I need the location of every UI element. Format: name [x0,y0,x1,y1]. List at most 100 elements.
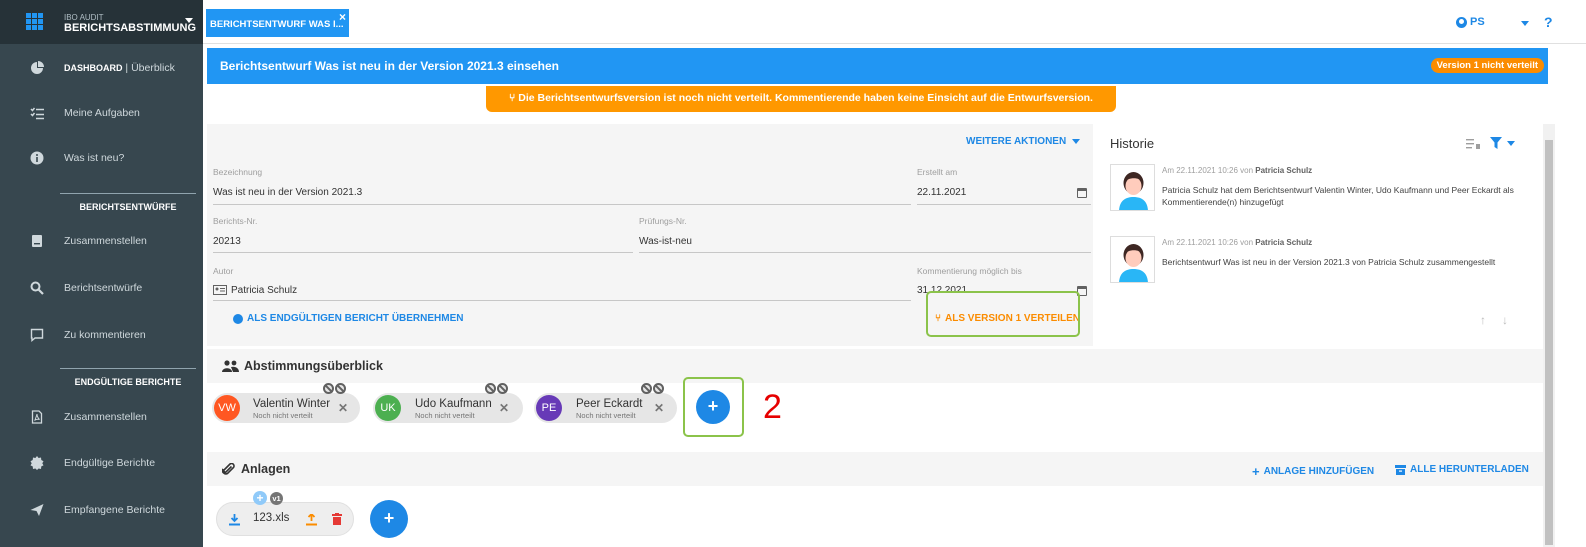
sidebar-item-zusammenstellen-entwurf[interactable]: Zusammenstellen [0,221,203,261]
add-reviewer-button[interactable]: + [696,390,730,424]
remove-icon[interactable]: ✕ [499,401,509,415]
sidebar-item-zu-kommentieren[interactable]: Zu kommentieren [0,315,203,355]
ban-icon[interactable] [653,383,664,394]
task-list-icon [30,107,44,120]
add-attachment-fab[interactable]: + [370,500,408,538]
dashboard-label: DASHBOARD [64,63,123,73]
close-icon[interactable]: × [339,10,346,24]
app-grid-icon[interactable] [26,13,43,30]
more-actions-button[interactable]: WEITERE AKTIONEN [966,136,1081,147]
info-icon [30,151,44,165]
add-version-icon[interactable]: + [253,491,267,505]
chevron-down-icon [1072,139,1081,144]
abstimmung-header: Abstimmungsüberblick [207,349,1543,383]
divider [213,252,633,253]
sidebar-item-berichtsentwuerfe[interactable]: Berichtsentwürfe [0,268,203,308]
details-panel: WEITERE AKTIONEN Bezeichnung Was ist neu… [207,124,1093,346]
sidebar-item-zusammenstellen-final[interactable]: Zusammenstellen [0,397,203,437]
sidebar-item-label: Empfangene Berichte [64,504,165,516]
download-all-button[interactable]: ALLE HERUNTERLADEN [1395,464,1529,475]
ban-icon[interactable] [323,383,334,394]
history-meta: Am 22.11.2021 10:26 von Patricia Schulz [1162,238,1312,247]
sidebar-item-dashboard[interactable]: DASHBOARD | Überblick [0,48,203,88]
reviewer-chip[interactable]: UK Udo Kaufmann Noch nicht verteilt ✕ [373,383,523,423]
attachment-chip[interactable]: 123.xls + v1 [216,491,354,536]
tab-berichtsentwurf[interactable]: BERICHTSENTWURF WAS I... × [206,9,349,37]
history-title: Historie [1110,136,1155,151]
ban-icons [484,383,508,394]
document-icon [32,235,42,247]
page-title: Berichtsentwurf Was ist neu in der Versi… [220,59,559,73]
reviewer-status: Noch nicht verteilt [253,411,313,420]
ban-icon[interactable] [641,383,652,394]
users-icon [222,360,239,372]
add-attachment-button[interactable]: + ANLAGE HINZUFÜGEN [1252,464,1374,479]
sidebar-section-entwuerfe: BERICHTSENTWÜRFE [60,193,196,212]
avatar: UK [375,395,401,421]
top-bar: BERICHTSENTWURF WAS I... × PS ? [203,0,1586,44]
app-name-line2: BERICHTSABSTIMMUNG [64,22,196,34]
final-report-button[interactable]: ALS ENDGÜLTIGEN BERICHT ÜBERNEHMEN [233,313,463,324]
history-author: Patricia Schulz [1255,166,1313,175]
scrollbar-thumb[interactable] [1545,140,1553,545]
remove-icon[interactable]: ✕ [338,401,348,415]
sidebar-item-label: Endgültige Berichte [64,457,156,469]
calendar-icon[interactable] [1077,188,1087,198]
contact-card-icon [213,285,227,295]
arrow-down-icon[interactable]: ↓ [1502,313,1508,327]
history-entry: Am 22.11.2021 10:26 von Patricia Schulz … [1110,164,1535,219]
filter-icon[interactable] [1490,137,1502,149]
sidebar-item-meine-aufgaben[interactable]: Meine Aufgaben [0,93,203,133]
abstimmung-title: Abstimmungsüberblick [222,359,383,373]
app-switch-caret-icon[interactable] [185,18,193,23]
kommentierung-label: Kommentierung möglich bis [917,266,1022,276]
history-entry: Am 22.11.2021 10:26 von Patricia Schulz … [1110,236,1535,291]
app-name[interactable]: IBO AUDIT BERICHTSABSTIMMUNG [64,12,196,34]
autor-field[interactable]: Patricia Schulz [231,285,297,296]
arrow-up-icon[interactable]: ↑ [1480,313,1486,327]
tab-label: BERICHTSENTWURF WAS I... [210,19,344,30]
final-report-label: ALS ENDGÜLTIGEN BERICHT ÜBERNEHMEN [247,313,464,324]
upload-icon[interactable] [306,514,317,526]
erstellt-label: Erstellt am [917,167,958,177]
ban-icon[interactable] [335,383,346,394]
highlight-box-3 [926,291,1080,337]
sidebar-item-empfangene-berichte[interactable]: Empfangene Berichte [0,490,203,530]
reviewer-chip[interactable]: PE Peer Eckardt Noch nicht verteilt ✕ [534,383,677,423]
chevron-down-icon[interactable] [1521,21,1529,26]
abstimmung-title-text: Abstimmungsüberblick [244,359,383,373]
app-header[interactable]: IBO AUDIT BERICHTSABSTIMMUNG [0,0,203,44]
ban-icon[interactable] [485,383,496,394]
remove-icon[interactable]: ✕ [654,401,664,415]
version-badge: v1 [270,492,283,505]
page-title-banner: Berichtsentwurf Was ist neu in der Versi… [207,48,1548,84]
annotation-number-2: 2 [763,388,782,426]
help-icon[interactable]: ? [1544,14,1553,30]
reviewer-chip[interactable]: VW Valentin Winter Noch nicht verteilt ✕ [212,383,360,423]
ban-icon[interactable] [497,383,508,394]
ban-icons [640,383,664,394]
more-actions-label: WEITERE AKTIONEN [966,136,1067,147]
pruefungsnr-field[interactable]: Was-ist-neu [639,236,692,247]
sidebar-item-label: Zu kommentieren [64,329,146,341]
bezeichnung-label: Bezeichnung [213,167,263,177]
history-filter-list-icon[interactable] [1466,138,1480,150]
sidebar-item-was-ist-neu[interactable]: Was ist neu? [0,138,203,178]
scrollbar[interactable] [1543,124,1555,547]
sidebar-section-endgueltig: ENDGÜLTIGE BERICHTE [60,368,196,387]
anlagen-title-text: Anlagen [241,462,291,476]
chevron-down-icon[interactable] [1507,141,1515,146]
avatar [1110,164,1155,211]
trash-icon[interactable] [332,513,342,525]
history-text: Patricia Schulz hat dem Berichtsentwurf … [1162,185,1514,207]
berichtsnr-field[interactable]: 20213 [213,236,241,247]
reviewer-name: Valentin Winter [253,398,331,410]
sidebar-item-label: Meine Aufgaben [64,107,140,119]
status-badge: Version 1 nicht verteilt [1430,58,1544,73]
bezeichnung-field[interactable]: Was ist neu in der Version 2021.3 [213,187,362,198]
sidebar-item-endgueltige-berichte[interactable]: Endgültige Berichte [0,443,203,483]
user-menu[interactable]: PS [1456,16,1485,28]
download-icon[interactable] [229,514,240,526]
erstellt-field[interactable]: 22.11.2021 [917,187,966,198]
reviewer-status: Noch nicht verteilt [415,411,475,420]
